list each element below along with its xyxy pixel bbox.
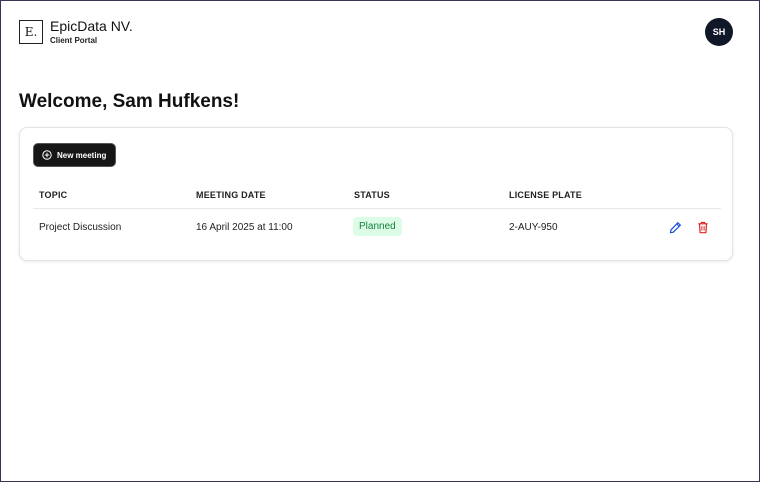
pencil-icon <box>669 221 681 233</box>
status-badge: Planned <box>353 217 402 236</box>
trash-icon <box>698 221 708 233</box>
brand-subtitle: Client Portal <box>50 36 98 45</box>
logo: E. <box>19 20 43 44</box>
column-header-license-plate: LICENSE PLATE <box>509 190 582 200</box>
cell-meeting-date: 16 April 2025 at 11:00 <box>196 222 293 233</box>
app-window: E. EpicData NV. Client Portal SH Welcome… <box>0 0 760 482</box>
brand-name: EpicData NV. <box>50 18 133 34</box>
new-meeting-button[interactable]: New meeting <box>33 143 117 167</box>
user-avatar[interactable]: SH <box>705 18 733 46</box>
table-divider <box>33 208 721 209</box>
column-header-topic: TOPIC <box>39 190 68 200</box>
column-header-status: STATUS <box>354 190 390 200</box>
brand-text: EpicData NV. Client Portal <box>50 19 133 45</box>
new-meeting-label: New meeting <box>57 150 107 160</box>
cell-topic: Project Discussion <box>39 222 122 233</box>
plus-circle-icon <box>42 150 52 160</box>
cell-license-plate: 2-AUY-950 <box>509 222 558 233</box>
column-header-meeting-date: MEETING DATE <box>196 190 266 200</box>
page-title: Welcome, Sam Hufkens! <box>19 91 240 112</box>
meetings-card: New meeting TOPIC MEETING DATE STATUS LI… <box>19 127 733 261</box>
brand-header: E. EpicData NV. Client Portal <box>19 19 133 45</box>
delete-meeting-button[interactable] <box>696 220 710 234</box>
edit-meeting-button[interactable] <box>668 220 682 234</box>
